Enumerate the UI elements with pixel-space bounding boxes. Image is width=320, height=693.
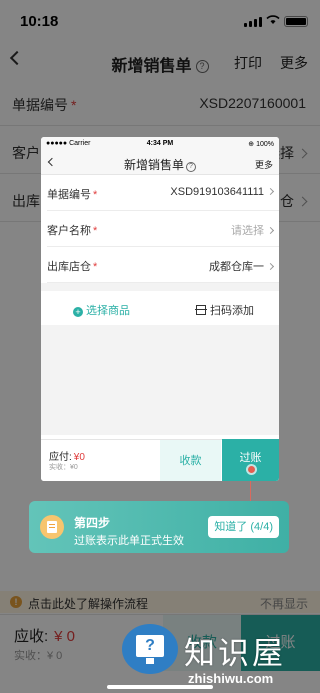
illustration-add-goods: 选择商品 — [86, 305, 130, 317]
illustration-scan-add: 扫码添加 — [210, 305, 254, 317]
illustration-divider — [41, 283, 279, 291]
illustration-more: 更多 — [254, 160, 273, 170]
illustration-time: 4:34 PM — [146, 140, 174, 147]
illustration-row-value: XSD919103641111 — [170, 186, 264, 198]
watermark: ? 知识屋 zhishiwu.com — [120, 622, 320, 693]
illustration-row-order-number: 单据编号 * XSD919103641111 — [47, 175, 279, 211]
document-icon — [40, 515, 64, 539]
pointer-dot-icon — [248, 466, 255, 473]
required-mark: * — [93, 189, 98, 201]
illustration-row-value: 请选择 — [231, 225, 264, 237]
illustration-actions: + 选择商品 扫码添加 — [41, 291, 279, 327]
guide-illustration-card: ●●●●● Carrier 4:34 PM ⊕ 100% 新增销售单? 更多 单… — [41, 137, 279, 481]
illustration-collect: 收款 — [160, 440, 221, 481]
illustration-row-value: 成都仓库一 — [209, 261, 264, 273]
guide-step-description: 过账表示此单正式生效 — [74, 535, 184, 547]
illustration-row-label: 出库店仓 — [47, 261, 91, 273]
required-mark: * — [93, 261, 98, 273]
chevron-right-icon — [266, 226, 275, 235]
highlighted-post-button: 过账 — [222, 439, 279, 481]
guide-connector-line — [250, 481, 251, 501]
illustration-row-label: 客户名称 — [47, 225, 91, 237]
guide-popup: 第四步 过账表示此单正式生效 知道了 (4/4) — [29, 501, 289, 553]
chevron-right-icon — [266, 262, 275, 271]
illustration-empty-area — [41, 325, 279, 435]
got-it-button[interactable]: 知道了 (4/4) — [208, 516, 279, 538]
illustration-status-bar: ●●●●● Carrier 4:34 PM ⊕ 100% — [41, 137, 279, 151]
illustration-battery: ⊕ 100% — [248, 141, 274, 148]
watermark-cn: 知识屋 — [184, 636, 286, 672]
highlighted-post-label: 过账 — [239, 452, 262, 464]
illustration-row-label: 单据编号 — [47, 189, 91, 201]
home-indicator — [107, 685, 213, 689]
monitor-logo-icon: ? — [122, 624, 178, 674]
guide-step-title: 第四步 — [74, 516, 111, 530]
help-icon: ? — [186, 162, 196, 172]
required-mark: * — [93, 225, 98, 237]
illustration-row-warehouse: 出库店仓 * 成都仓库一 — [47, 247, 279, 283]
add-circle-icon: + — [73, 307, 83, 317]
chevron-right-icon — [266, 187, 275, 196]
scan-icon — [195, 305, 207, 315]
illustration-nav: 新增销售单? 更多 — [41, 151, 279, 175]
illustration-row-customer: 客户名称 * 请选择 — [47, 211, 279, 247]
illustration-title: 新增销售单 — [123, 158, 184, 172]
illustration-paid: 实收：¥0 — [49, 464, 78, 471]
watermark-en: zhishiwu.com — [188, 671, 274, 686]
